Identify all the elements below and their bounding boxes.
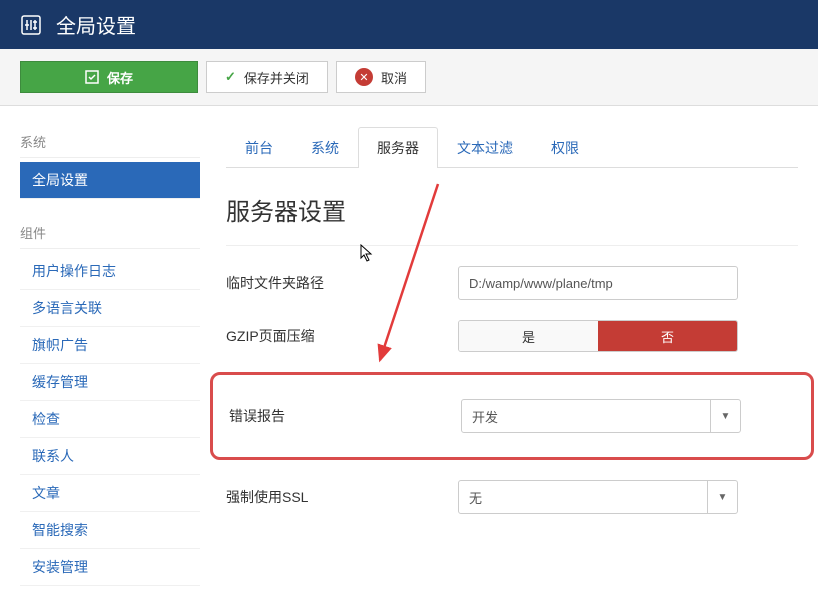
caret-down-icon: ▼ xyxy=(710,400,740,432)
cancel-icon: ✕ xyxy=(355,68,373,86)
sidebar-item-checkin[interactable]: 检查 xyxy=(20,401,200,438)
tab-text-filters[interactable]: 文本过滤 xyxy=(438,127,532,168)
row-error-report: 错误报告 开发 ▼ xyxy=(229,399,795,433)
label-gzip: GZIP页面压缩 xyxy=(226,326,458,346)
row-force-ssl: 强制使用SSL 无 ▼ xyxy=(226,480,798,514)
input-temp-path[interactable] xyxy=(458,266,738,300)
save-close-button[interactable]: ✓ 保存并关闭 xyxy=(206,61,328,93)
toggle-gzip-yes[interactable]: 是 xyxy=(459,321,598,351)
sidebar-item-smart-search[interactable]: 智能搜索 xyxy=(20,512,200,549)
save-button[interactable]: 保存 xyxy=(20,61,198,93)
select-force-ssl-value: 无 xyxy=(459,488,707,507)
tabs: 前台 系统 服务器 文本过滤 权限 xyxy=(226,126,798,168)
main-panel: 前台 系统 服务器 文本过滤 权限 服务器设置 临时文件夹路径 GZIP页面压缩… xyxy=(226,126,798,604)
header-icon xyxy=(20,14,42,36)
sidebar-item-banners[interactable]: 旗帜广告 xyxy=(20,327,200,364)
tab-permissions[interactable]: 权限 xyxy=(532,127,598,168)
page-title: 全局设置 xyxy=(56,10,136,39)
select-force-ssl[interactable]: 无 ▼ xyxy=(458,480,738,514)
row-temp-path: 临时文件夹路径 xyxy=(226,266,798,300)
tab-system[interactable]: 系统 xyxy=(292,127,358,168)
sidebar-item-language-assoc[interactable]: 多语言关联 xyxy=(20,290,200,327)
highlight-error-reporting: 错误报告 开发 ▼ xyxy=(210,372,814,460)
sidebar-item-global-settings[interactable]: 全局设置 xyxy=(20,162,200,199)
tab-site[interactable]: 前台 xyxy=(226,127,292,168)
sidebar-item-contacts[interactable]: 联系人 xyxy=(20,438,200,475)
sidebar-item-install[interactable]: 安装管理 xyxy=(20,549,200,586)
sidebar-item-action-logs[interactable]: 用户操作日志 xyxy=(20,253,200,290)
section-title: 服务器设置 xyxy=(226,192,798,246)
sidebar-item-articles[interactable]: 文章 xyxy=(20,475,200,512)
label-force-ssl: 强制使用SSL xyxy=(226,487,458,507)
sidebar-heading-components: 组件 xyxy=(20,217,200,249)
sidebar-heading-system: 系统 xyxy=(20,126,200,158)
label-temp-path: 临时文件夹路径 xyxy=(226,273,458,293)
row-gzip: GZIP页面压缩 是 否 xyxy=(226,320,798,352)
sidebar: 系统 全局设置 组件 用户操作日志 多语言关联 旗帜广告 缓存管理 检查 联系人… xyxy=(20,126,200,604)
sidebar-item-cache[interactable]: 缓存管理 xyxy=(20,364,200,401)
select-error-report-value: 开发 xyxy=(462,407,710,426)
toolbar: 保存 ✓ 保存并关闭 ✕ 取消 xyxy=(0,49,818,106)
toggle-gzip-no[interactable]: 否 xyxy=(598,321,737,351)
select-error-report[interactable]: 开发 ▼ xyxy=(461,399,741,433)
check-icon: ✓ xyxy=(225,69,236,85)
caret-down-icon: ▼ xyxy=(707,481,737,513)
toggle-gzip: 是 否 xyxy=(458,320,738,352)
cancel-button[interactable]: ✕ 取消 xyxy=(336,61,426,93)
label-error-report: 错误报告 xyxy=(229,406,461,426)
page-header: 全局设置 xyxy=(0,0,818,49)
tab-server[interactable]: 服务器 xyxy=(358,127,438,168)
